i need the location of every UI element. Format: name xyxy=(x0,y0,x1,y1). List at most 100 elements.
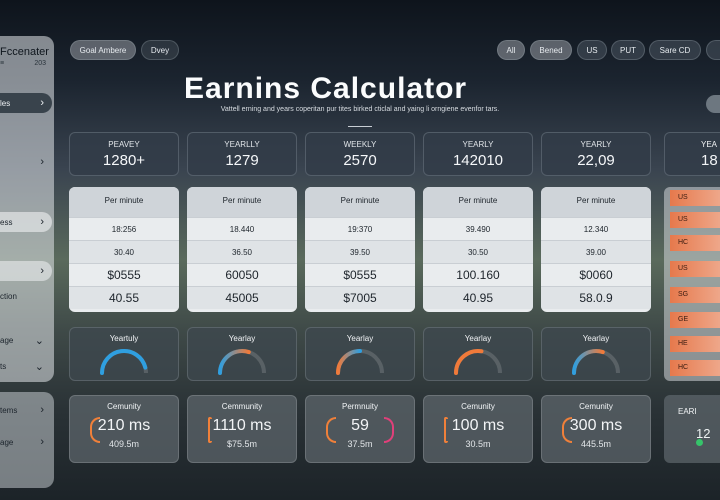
region-item[interactable]: GE xyxy=(670,312,720,328)
gauge-track xyxy=(572,349,620,374)
region-item[interactable]: HE xyxy=(670,336,720,352)
region-item[interactable]: HC xyxy=(670,235,720,251)
settings-icon[interactable] xyxy=(706,40,720,60)
filter-sare-cd[interactable]: Sare CD xyxy=(649,40,701,60)
filter-bened[interactable]: Bened xyxy=(530,40,572,60)
stat-card[interactable]: WEEKLY 2570 xyxy=(305,132,415,176)
gauge-arc xyxy=(100,349,148,375)
community-card[interactable]: Cemunity 100 ms 30.5m xyxy=(423,395,533,463)
community-label: Cemunity xyxy=(579,402,613,411)
stat-label: WEEKLY xyxy=(343,140,377,149)
gauge-fill xyxy=(572,349,605,375)
community-sub: 37.5m xyxy=(347,439,373,449)
community-card-partial[interactable]: EARI 12 xyxy=(664,395,720,463)
rate-header: Per minute xyxy=(69,187,179,217)
chevron-right-icon: › xyxy=(40,436,44,448)
sidebar-item-label: ction xyxy=(0,291,17,301)
rate-row: 60050 xyxy=(187,263,297,286)
rate-header: Per minute xyxy=(187,187,297,217)
community-sub: 409.5m xyxy=(108,439,140,449)
rate-row: 18.440 xyxy=(187,217,297,240)
sidebar-item-1[interactable]: › xyxy=(0,152,52,172)
page-title: Earnins Calculator xyxy=(184,72,468,105)
stat-card[interactable]: YEARLY 22,09 xyxy=(541,132,651,176)
community-card[interactable]: Cemmunity 1110 ms $75.5m xyxy=(187,395,297,463)
filter-us[interactable]: US xyxy=(577,40,607,60)
stat-value: 2570 xyxy=(343,152,377,169)
rate-card: Per minute 12.340 39.00 $0060 58.0.9 xyxy=(541,187,651,312)
community-value: 210 ms xyxy=(97,417,151,434)
rate-row: $0555 xyxy=(305,263,415,286)
region-item[interactable]: US xyxy=(670,261,720,277)
app-version: 203 xyxy=(34,60,46,67)
sidebar-item-label: tems xyxy=(0,405,18,415)
rate-row: 39.00 xyxy=(541,240,651,263)
community-card[interactable]: Cemunity 210 ms 409.5m xyxy=(69,395,179,463)
pill-goal[interactable]: Goal Ambere xyxy=(70,40,136,60)
region-item[interactable]: HC xyxy=(670,360,720,376)
rate-row: 39.50 xyxy=(305,240,415,263)
sidebar-item-2[interactable]: ess › xyxy=(0,212,52,232)
bar-left-icon xyxy=(444,417,448,443)
sidebar-bottom-item-1[interactable]: age › xyxy=(0,432,52,452)
rate-row: 36.50 xyxy=(187,240,297,263)
sidebar-item-6[interactable]: ts ⌄ xyxy=(0,356,52,376)
rate-header: Per minute xyxy=(305,187,415,217)
chevron-right-icon: › xyxy=(40,97,44,109)
sidebar-bottom-item-0[interactable]: tems › xyxy=(0,400,52,420)
rate-row: 30.40 xyxy=(69,240,179,263)
stat-card-partial[interactable]: YEA 18 xyxy=(664,132,720,176)
sidebar-item-label: age xyxy=(0,437,14,447)
gauge-track xyxy=(454,349,502,374)
gauge-fill xyxy=(218,349,251,375)
region-item[interactable]: US xyxy=(670,190,720,206)
gauge-arc xyxy=(454,349,502,375)
region-item[interactable]: US xyxy=(670,212,720,228)
community-card[interactable]: Cemunity 300 ms 445.5m xyxy=(541,395,651,463)
community-label: EARI xyxy=(678,407,697,416)
sidebar-item-0[interactable]: les › xyxy=(0,93,52,113)
stat-card[interactable]: PEAVEY 1280+ xyxy=(69,132,179,176)
menu-icon[interactable]: ≡ xyxy=(0,60,4,67)
gauge-track xyxy=(100,349,148,374)
gauge-track xyxy=(218,349,266,374)
gauge-track xyxy=(336,349,384,374)
filter-put[interactable]: PUT xyxy=(611,40,645,60)
app-sub: ≡ 203 xyxy=(0,60,46,67)
gauge-arc xyxy=(218,349,266,375)
arc-left-icon xyxy=(562,417,572,443)
stat-value: 142010 xyxy=(452,152,504,169)
rate-row: 12.340 xyxy=(541,217,651,240)
stat-label: YEARLY xyxy=(462,140,494,149)
gauge-card: Yearlay xyxy=(187,327,297,381)
sidebar-item-5[interactable]: age ⌄ xyxy=(0,330,52,350)
pill-dvey[interactable]: Dvey xyxy=(141,40,179,60)
arc-left-icon xyxy=(326,417,336,443)
sidebar-item-3[interactable]: › xyxy=(0,261,52,281)
chevron-right-icon: › xyxy=(40,216,44,228)
community-sub: 445.5m xyxy=(580,439,612,449)
view-toggle[interactable] xyxy=(706,95,720,113)
community-sub: 30.5m xyxy=(465,439,491,449)
rate-row: 40.95 xyxy=(423,286,533,309)
community-sub: $75.5m xyxy=(226,439,258,449)
sidebar-item-label: ts xyxy=(0,361,7,371)
community-label: Cemmunity xyxy=(221,402,263,411)
gauge-card: Yeartuly xyxy=(69,327,179,381)
gauge-card: Yearlay xyxy=(423,327,533,381)
stat-card[interactable]: YEARLLY 1279 xyxy=(187,132,297,176)
stat-label: PEAVEY xyxy=(108,140,140,149)
chevron-down-icon: ⌄ xyxy=(34,360,44,373)
region-item[interactable]: SG xyxy=(670,287,720,303)
chevron-right-icon: › xyxy=(40,404,44,416)
filter-all[interactable]: All xyxy=(497,40,525,60)
rate-row: 30.50 xyxy=(423,240,533,263)
stat-card[interactable]: YEARLY 142010 xyxy=(423,132,533,176)
gauge-label: Yearlay xyxy=(582,334,610,343)
community-label: Cemunity xyxy=(461,402,495,411)
gauge-label: Yearlay xyxy=(228,334,256,343)
community-card[interactable]: Permnuity 59 37.5m xyxy=(305,395,415,463)
community-value: 100 ms xyxy=(451,417,505,434)
sidebar-item-4[interactable]: ction xyxy=(0,286,52,306)
community-value: 59 xyxy=(351,417,369,434)
